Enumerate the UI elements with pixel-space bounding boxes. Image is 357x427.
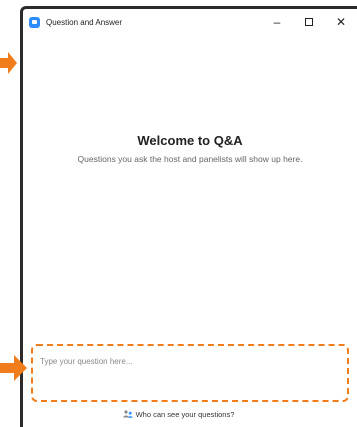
title-bar: Question and Answer – ✕ bbox=[23, 9, 357, 35]
window-controls: – ✕ bbox=[261, 9, 357, 35]
maximize-button[interactable] bbox=[293, 9, 325, 35]
who-can-see-label: Who can see your questions? bbox=[135, 410, 235, 419]
close-button[interactable]: ✕ bbox=[325, 9, 357, 35]
window-title: Question and Answer bbox=[46, 17, 123, 27]
welcome-description: Questions you ask the host and panelists… bbox=[77, 154, 303, 164]
zoom-app-icon bbox=[29, 16, 40, 28]
question-input-area bbox=[31, 344, 349, 402]
people-icon bbox=[122, 410, 133, 418]
who-can-see-link[interactable]: Who can see your questions? bbox=[0, 410, 357, 419]
question-input[interactable] bbox=[36, 349, 344, 397]
arrow-icon bbox=[0, 355, 27, 381]
arrow-icon bbox=[0, 52, 17, 74]
welcome-panel: Welcome to Q&A Questions you ask the hos… bbox=[23, 133, 357, 165]
welcome-heading: Welcome to Q&A bbox=[137, 133, 243, 148]
minimize-icon: – bbox=[273, 15, 281, 29]
qa-window: Question and Answer – ✕ Welcome to Q&A Q… bbox=[20, 6, 357, 427]
close-icon: ✕ bbox=[335, 15, 347, 29]
minimize-button[interactable]: – bbox=[261, 9, 293, 35]
maximize-icon bbox=[305, 18, 313, 26]
